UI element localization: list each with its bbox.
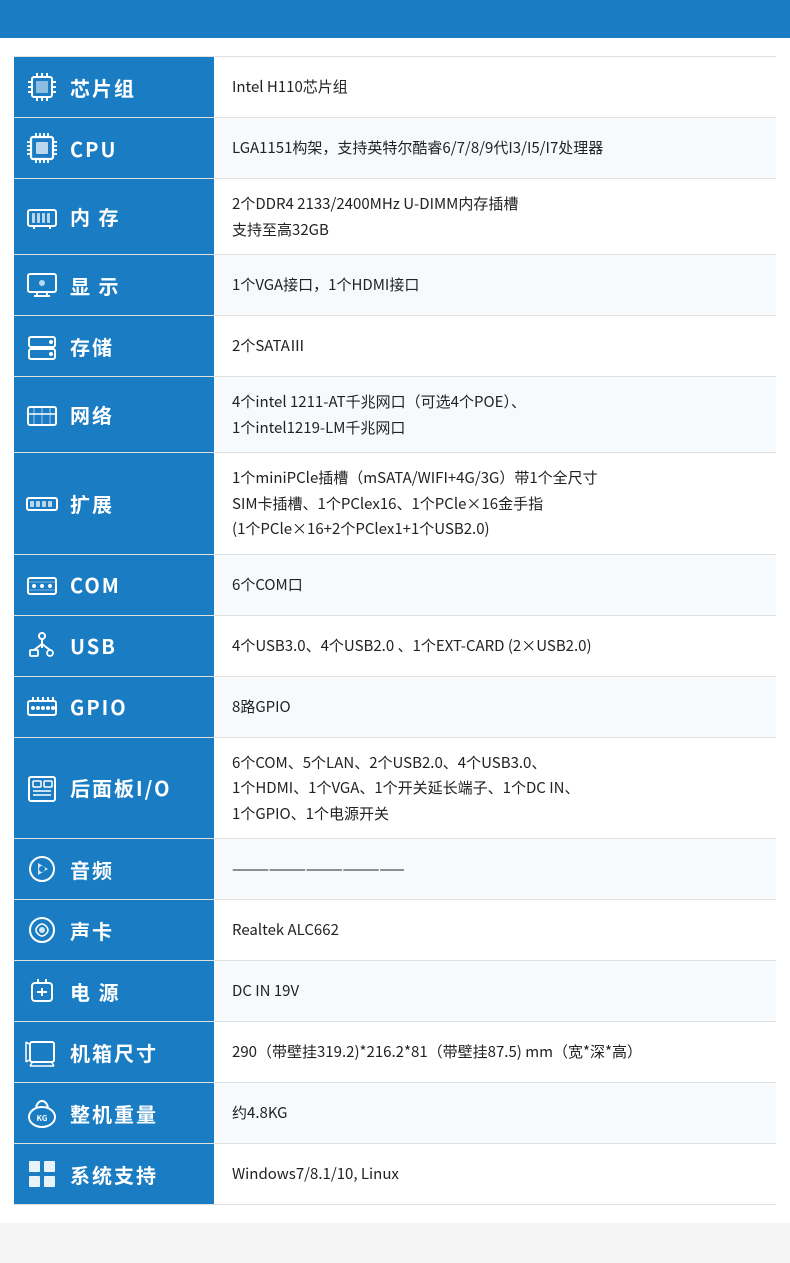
chipset-icon [22, 67, 62, 107]
label-cell-network: 网络 [14, 377, 214, 453]
label-cell-display: 显 示 [14, 255, 214, 316]
table-row: 音频 —————————————— [14, 839, 776, 900]
value-cell-memory: 2个DDR4 2133/2400MHz U-DIMM内存插槽支持至高32GB [214, 179, 776, 255]
value-cell-audio: —————————————— [214, 839, 776, 900]
weight-icon: KG [22, 1093, 62, 1133]
com-icon [22, 565, 62, 605]
label-text-chipset: 芯片组 [70, 73, 136, 102]
value-cell-soundcard: Realtek ALC662 [214, 900, 776, 961]
expansion-icon [22, 483, 62, 523]
label-cell-com: COM [14, 554, 214, 615]
value-cell-display: 1个VGA接口，1个HDMI接口 [214, 255, 776, 316]
table-row: USB 4个USB3.0、4个USB2.0 、1个EXT-CARD (2×USB2… [14, 615, 776, 676]
label-cell-weight: KG 整机重量 [14, 1083, 214, 1144]
audio-icon [22, 849, 62, 889]
value-cell-cpu: LGA1151构架，支持英特尔酷睿6/7/8/9代I3/I5/I7处理器 [214, 118, 776, 179]
label-cell-gpio: GPIO [14, 676, 214, 737]
label-text-dimensions: 机箱尺寸 [70, 1038, 158, 1067]
table-row: 系统支持 Windows7/8.1/10, Linux [14, 1144, 776, 1205]
label-text-gpio: GPIO [70, 692, 128, 721]
display-icon [22, 265, 62, 305]
label-text-memory: 内 存 [70, 202, 121, 231]
value-cell-rear_io: 6个COM、5个LAN、2个USB2.0、4个USB3.0、1个HDMI、1个V… [214, 737, 776, 839]
table-row: 显 示 1个VGA接口，1个HDMI接口 [14, 255, 776, 316]
table-row: 内 存 2个DDR4 2133/2400MHz U-DIMM内存插槽支持至高32G… [14, 179, 776, 255]
network-icon [22, 395, 62, 435]
label-text-expansion: 扩展 [70, 489, 114, 518]
value-cell-expansion: 1个miniPCle插槽（mSATA/WIFI+4G/3G）带1个全尺寸SIM卡… [214, 453, 776, 555]
page-wrapper: 芯片组 Intel H110芯片组 CPU LGA1151构架，支持英特尔酷睿6/7/… [0, 0, 790, 1223]
table-row: 机箱尺寸 290（带壁挂319.2)*216.2*81（带壁挂87.5) mm（宽… [14, 1022, 776, 1083]
cpu-icon [22, 128, 62, 168]
table-row: 电 源 DC IN 19V [14, 961, 776, 1022]
label-text-storage: 存储 [70, 332, 114, 361]
value-cell-usb: 4个USB3.0、4个USB2.0 、1个EXT-CARD (2×USB2.0) [214, 615, 776, 676]
table-row: KG 整机重量 约4.8KG [14, 1083, 776, 1144]
label-text-os: 系统支持 [70, 1160, 158, 1189]
label-text-display: 显 示 [70, 271, 121, 300]
table-row: 芯片组 Intel H110芯片组 [14, 57, 776, 118]
label-text-power: 电 源 [70, 977, 121, 1006]
table-row: CPU LGA1151构架，支持英特尔酷睿6/7/8/9代I3/I5/I7处理器 [14, 118, 776, 179]
power-icon [22, 971, 62, 1011]
label-cell-usb: USB [14, 615, 214, 676]
label-text-soundcard: 声卡 [70, 916, 114, 945]
label-cell-power: 电 源 [14, 961, 214, 1022]
value-cell-os: Windows7/8.1/10, Linux [214, 1144, 776, 1205]
label-cell-os: 系统支持 [14, 1144, 214, 1205]
spec-table: 芯片组 Intel H110芯片组 CPU LGA1151构架，支持英特尔酷睿6/7/… [14, 56, 776, 1205]
value-cell-gpio: 8路GPIO [214, 676, 776, 737]
label-cell-chipset: 芯片组 [14, 57, 214, 118]
label-text-audio: 音频 [70, 855, 114, 884]
label-cell-expansion: 扩展 [14, 453, 214, 555]
label-cell-dimensions: 机箱尺寸 [14, 1022, 214, 1083]
table-row: 声卡 Realtek ALC662 [14, 900, 776, 961]
label-cell-storage: 存储 [14, 316, 214, 377]
value-cell-power: DC IN 19V [214, 961, 776, 1022]
value-cell-network: 4个intel 1211-AT千兆网口（可选4个POE）、1个intel1219… [214, 377, 776, 453]
label-cell-memory: 内 存 [14, 179, 214, 255]
table-row: GPIO 8路GPIO [14, 676, 776, 737]
memory-icon [22, 197, 62, 237]
value-cell-com: 6个COM口 [214, 554, 776, 615]
label-text-rear_io: 后面板I/O [70, 773, 172, 802]
storage-icon [22, 326, 62, 366]
label-text-cpu: CPU [70, 134, 117, 163]
value-cell-chipset: Intel H110芯片组 [214, 57, 776, 118]
table-row: 后面板I/O 6个COM、5个LAN、2个USB2.0、4个USB3.0、1个HD… [14, 737, 776, 839]
gpio-icon [22, 687, 62, 727]
svg-text:KG: KG [37, 1113, 48, 1124]
label-text-com: COM [70, 570, 121, 599]
value-cell-weight: 约4.8KG [214, 1083, 776, 1144]
dimensions-icon [22, 1032, 62, 1072]
os-icon [22, 1154, 62, 1194]
label-cell-cpu: CPU [14, 118, 214, 179]
label-cell-rear_io: 后面板I/O [14, 737, 214, 839]
label-text-weight: 整机重量 [70, 1099, 158, 1128]
table-row: 扩展 1个miniPCle插槽（mSATA/WIFI+4G/3G）带1个全尺寸SI… [14, 453, 776, 555]
header [0, 0, 790, 38]
table-row: COM 6个COM口 [14, 554, 776, 615]
table-row: 网络 4个intel 1211-AT千兆网口（可选4个POE）、1个intel12… [14, 377, 776, 453]
rear_io-icon [22, 768, 62, 808]
table-row: 存储 2个SATAⅢ [14, 316, 776, 377]
label-cell-audio: 音频 [14, 839, 214, 900]
value-cell-storage: 2个SATAⅢ [214, 316, 776, 377]
label-cell-soundcard: 声卡 [14, 900, 214, 961]
label-text-network: 网络 [70, 400, 114, 429]
value-cell-dimensions: 290（带壁挂319.2)*216.2*81（带壁挂87.5) mm（宽*深*高… [214, 1022, 776, 1083]
label-text-usb: USB [70, 631, 117, 660]
soundcard-icon [22, 910, 62, 950]
table-container: 芯片组 Intel H110芯片组 CPU LGA1151构架，支持英特尔酷睿6/7/… [0, 38, 790, 1223]
usb-icon [22, 626, 62, 666]
